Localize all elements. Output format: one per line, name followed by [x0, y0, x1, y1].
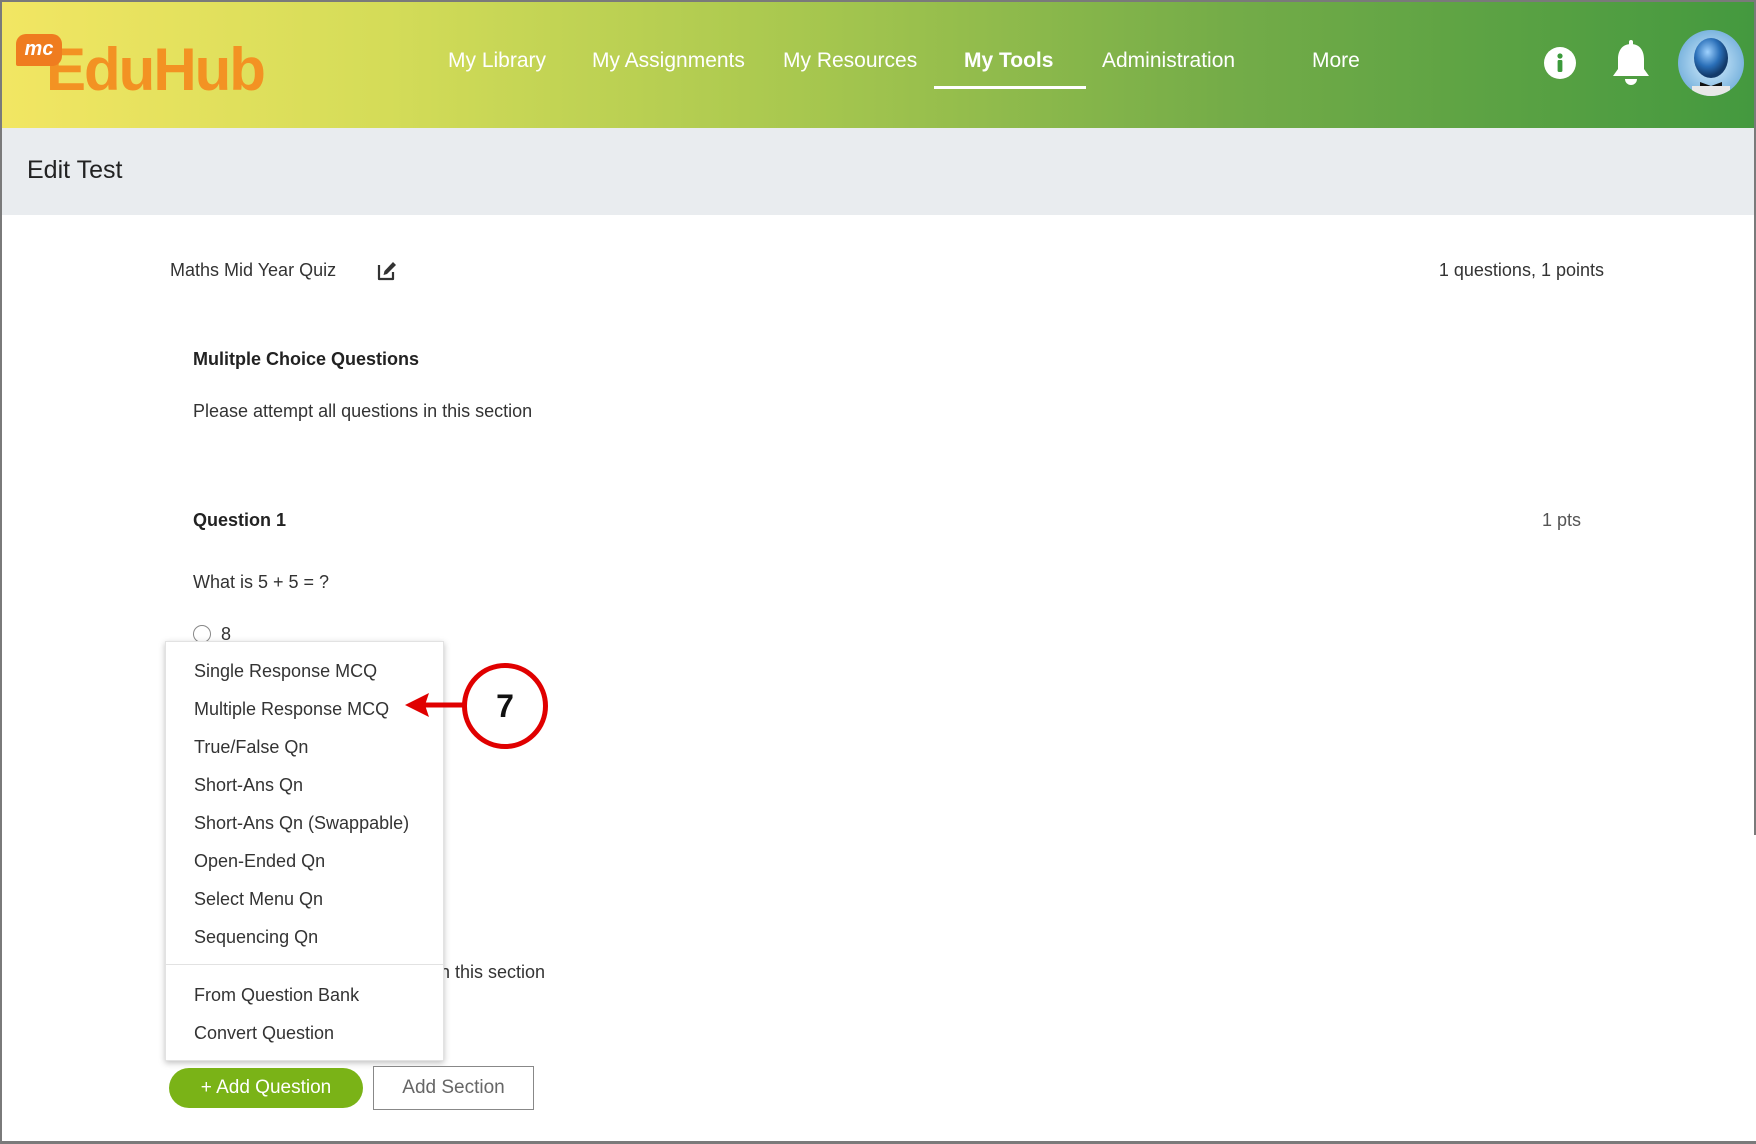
top-header: EduHub mc My Library My Assignments My R…: [2, 2, 1754, 128]
step-callout: 7: [462, 663, 548, 749]
nav-more[interactable]: More: [1312, 46, 1360, 76]
add-section-button[interactable]: Add Section: [373, 1066, 534, 1110]
menu-item-from-question-bank[interactable]: From Question Bank: [194, 983, 359, 1007]
nav-administration[interactable]: Administration: [1102, 46, 1235, 76]
menu-item-sequencing[interactable]: Sequencing Qn: [194, 925, 318, 949]
question-text: What is 5 + 5 = ?: [193, 572, 330, 592]
menu-item-convert-question[interactable]: Convert Question: [194, 1021, 334, 1045]
add-question-button[interactable]: + Add Question: [169, 1068, 363, 1108]
section-description-partial: n this section: [440, 962, 546, 982]
main-nav: My Library My Assignments My Resources M…: [2, 46, 1754, 86]
active-nav-underline: [934, 86, 1086, 89]
nav-my-assignments[interactable]: My Assignments: [592, 46, 745, 76]
nav-my-tools[interactable]: My Tools: [964, 46, 1053, 76]
menu-item-true-false[interactable]: True/False Qn: [194, 735, 308, 759]
page-title: Edit Test: [27, 156, 123, 184]
page-title-bar: Edit Test: [2, 128, 1754, 215]
menu-item-select-menu[interactable]: Select Menu Qn: [194, 887, 323, 911]
bell-icon[interactable]: [1609, 40, 1653, 88]
question-points: 1 pts: [1541, 510, 1581, 530]
menu-item-multiple-response-mcq[interactable]: Multiple Response MCQ: [194, 697, 389, 721]
menu-item-single-response-mcq[interactable]: Single Response MCQ: [194, 659, 377, 683]
app-window: EduHub mc My Library My Assignments My R…: [0, 0, 1756, 1144]
menu-item-short-ans-swappable[interactable]: Short-Ans Qn (Swappable): [194, 811, 409, 835]
menu-item-open-ended[interactable]: Open-Ended Qn: [194, 849, 325, 873]
test-summary: 1 questions, 1 points: [1438, 260, 1604, 280]
nav-my-library[interactable]: My Library: [448, 46, 546, 76]
menu-divider: [166, 964, 445, 965]
menu-item-short-ans[interactable]: Short-Ans Qn: [194, 773, 303, 797]
edit-icon[interactable]: [376, 260, 398, 282]
info-icon[interactable]: [1543, 46, 1577, 80]
question-title: Question 1: [193, 510, 287, 530]
nav-my-resources[interactable]: My Resources: [783, 46, 917, 76]
callout-arrow-icon: [405, 693, 465, 717]
section-title: Mulitple Choice Questions: [193, 349, 420, 369]
test-name: Maths Mid Year Quiz: [170, 260, 337, 280]
section-description: Please attempt all questions in this sec…: [193, 401, 533, 421]
avatar[interactable]: [1678, 30, 1744, 96]
add-question-menu: Single Response MCQ Multiple Response MC…: [165, 641, 445, 1061]
